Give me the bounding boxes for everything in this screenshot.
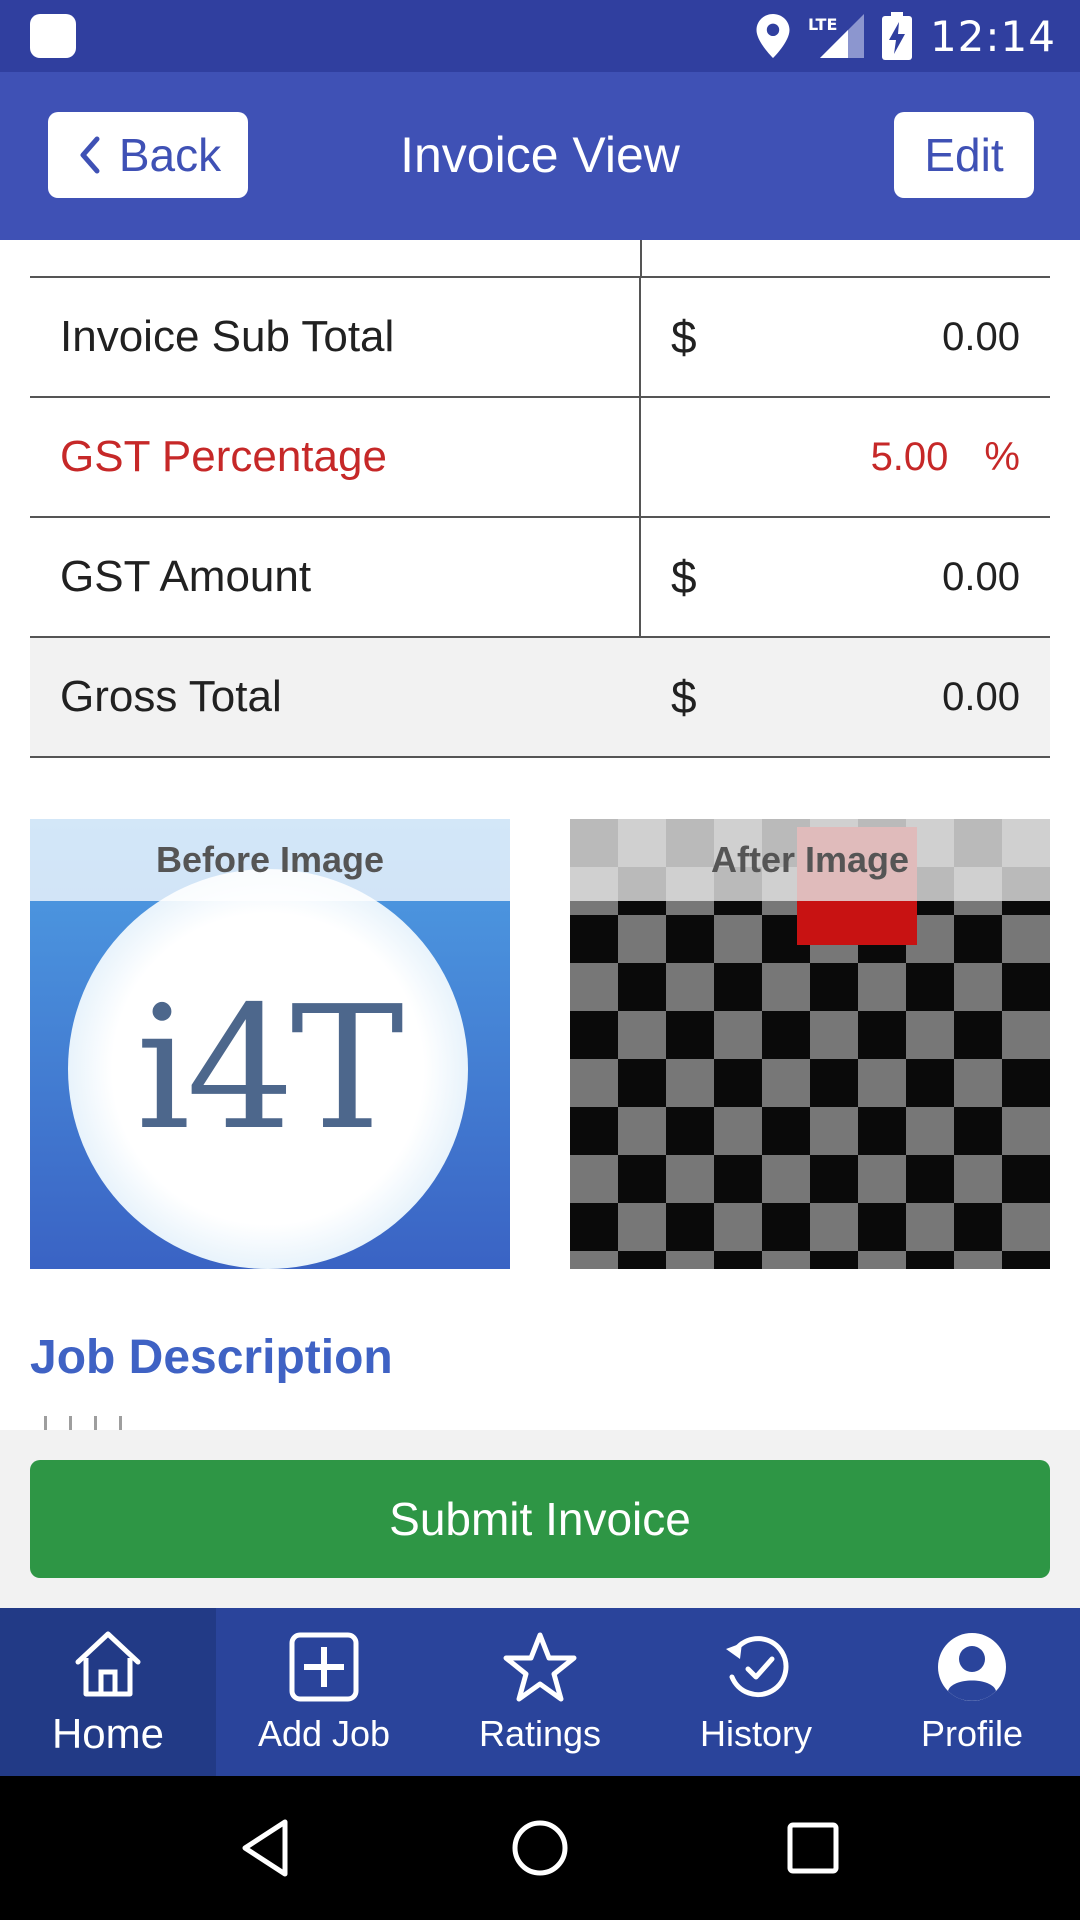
add-box-icon [289,1632,359,1702]
sub-total-value: 0.00 [942,314,1020,359]
gst-percentage-suffix: % [984,434,1020,479]
nav-item-ratings[interactable]: Ratings [432,1608,648,1776]
bottom-navigation: Home Add Job Ratings History Profile [0,1608,1080,1776]
nav-item-add-job[interactable]: Add Job [216,1608,432,1776]
status-icons: LTE 12:14 [756,0,1056,72]
location-pin-icon [756,14,790,58]
invoice-totals-table: Invoice Sub Total $ 0.00 GST Percentage … [30,240,1050,758]
status-bar: LTE 12:14 [0,0,1080,72]
nav-item-label: Add Job [257,1713,391,1754]
job-description-text-partial [44,1416,164,1430]
gst-amount-value: 0.00 [942,554,1020,599]
sub-total-label: Invoice Sub Total [30,278,641,396]
gst-percentage-label: GST Percentage [30,398,641,516]
before-image[interactable]: Before Image i4T [30,819,510,1269]
nav-item-label: Ratings [478,1713,602,1754]
company-logo-text: i4T [136,970,404,1168]
edit-button[interactable]: Edit [894,112,1034,198]
submit-area: Submit Invoice [0,1430,1080,1608]
nav-item-label: Home [51,1710,165,1757]
recents-square-icon[interactable] [781,1816,845,1880]
table-row-sub-total: Invoice Sub Total $ 0.00 [30,278,1050,398]
app-bar: Back Invoice View Edit [0,72,1080,240]
gross-total-label: Gross Total [60,672,282,721]
table-row-gross-total: Gross Total $ 0.00 [30,638,1050,758]
company-logo: i4T [68,869,468,1269]
sub-total-currency: $ [671,311,697,363]
table-row-gst-percentage: GST Percentage 5.00 % [30,398,1050,518]
nav-item-profile[interactable]: Profile [864,1608,1080,1776]
gst-amount-label: GST Amount [30,518,641,636]
after-image-label: After Image [570,819,1050,901]
job-description-heading: Job Description [30,1331,393,1384]
profile-icon [938,1633,1006,1701]
home-circle-icon[interactable] [508,1816,572,1880]
gst-percentage-value: 5.00 [870,434,949,479]
nav-item-label: Profile [920,1713,1024,1754]
after-image[interactable]: After Image [570,819,1050,1269]
star-icon [503,1632,577,1702]
back-triangle-icon[interactable] [235,1816,299,1880]
gst-amount-currency: $ [671,551,697,603]
system-navigation-bar [0,1776,1080,1920]
home-icon [75,1631,141,1697]
submit-invoice-button[interactable]: Submit Invoice [30,1460,1050,1578]
gross-total-value: 0.00 [942,674,1020,719]
table-row-gst-amount: GST Amount $ 0.00 [30,518,1050,638]
status-time: 12:14 [929,11,1056,61]
nav-item-history[interactable]: History [648,1608,864,1776]
table-row-partial [30,240,1050,278]
gross-total-currency: $ [671,671,697,723]
signal-icon: LTE [808,14,864,58]
battery-charging-icon [881,12,912,60]
history-icon [726,1636,789,1698]
network-type-text: LTE [808,15,837,34]
before-image-label: Before Image [30,819,510,901]
nav-item-home[interactable]: Home [0,1608,216,1776]
app-notification-icon [30,14,76,58]
nav-item-label: History [699,1713,812,1754]
